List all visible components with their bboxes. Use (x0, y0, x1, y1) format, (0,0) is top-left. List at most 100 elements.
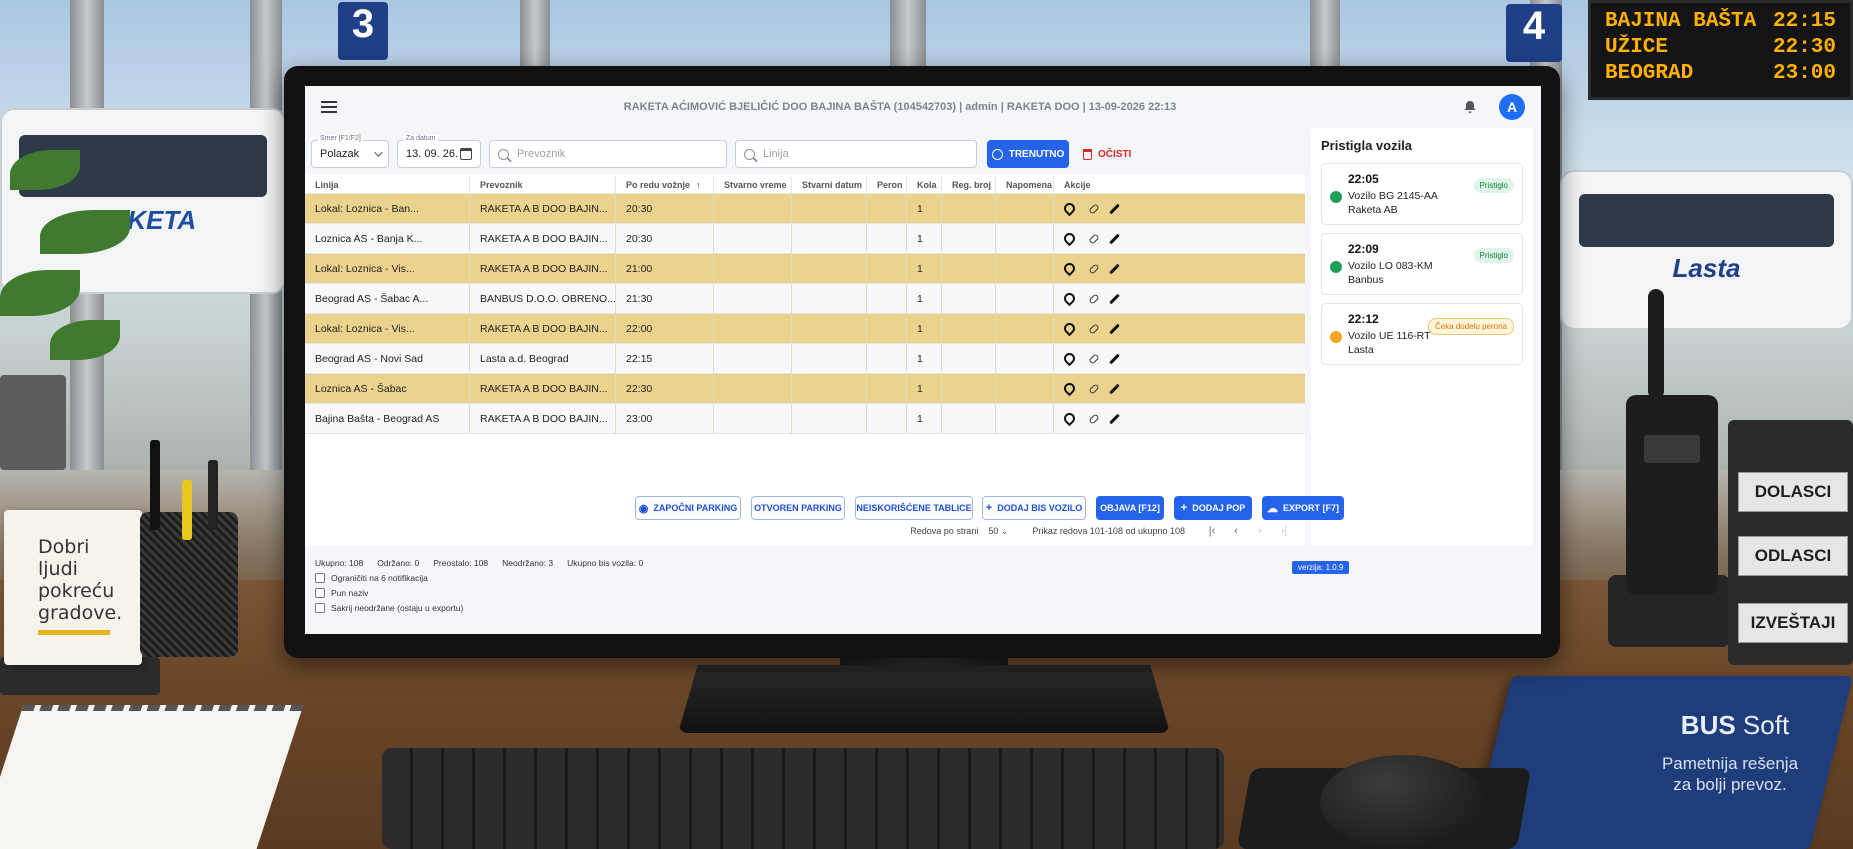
col-header[interactable]: Peron (867, 176, 907, 193)
search-icon (498, 148, 509, 160)
hide-not-held-checkbox[interactable]: Sakrij neodržane (ostaju u exportu) (315, 603, 1295, 613)
prev-page-icon[interactable]: ‹ (1229, 525, 1243, 537)
actions-cell (1054, 374, 1143, 404)
search-icon (744, 148, 755, 160)
kola-cell: 1 (907, 253, 942, 284)
start-parking-button[interactable]: ◉ ZAPOČNI PARKING (635, 496, 741, 520)
scheduled-cell: 20:30 (616, 193, 714, 224)
actual-time-cell (714, 223, 792, 254)
unused-plates-button[interactable]: NEISKORIŠĆENE TABLICE (855, 496, 973, 520)
arrival-carrier: Raketa AB (1348, 204, 1398, 216)
bell-icon[interactable] (1463, 100, 1477, 114)
export-button[interactable]: ☁ EXPORT [F7] (1262, 496, 1344, 520)
edit-pencil-icon[interactable] (1109, 233, 1120, 244)
line-search-input[interactable]: Linija (735, 140, 977, 168)
actual-date-cell (792, 283, 867, 314)
version-badge: verzija: 1.0.9 (1292, 561, 1350, 574)
kola-cell: 1 (907, 403, 942, 434)
trash-icon (1083, 148, 1092, 160)
link-icon[interactable] (1088, 202, 1100, 215)
arrivals-list: 22:05 Vozilo BG 2145-AA Raketa AB Pristiglo… (1321, 163, 1523, 365)
location-pin-icon[interactable] (1061, 230, 1078, 247)
table-row[interactable]: Bajina Bašta - Beograd AS RAKETA A B DOO … (305, 403, 1305, 434)
col-header[interactable]: Linija (305, 176, 470, 193)
location-pin-icon[interactable] (1061, 260, 1078, 277)
col-header[interactable]: Stvarni datum (792, 176, 867, 193)
kola-cell: 1 (907, 223, 942, 254)
table-row[interactable]: Loznica AS - Šabac RAKETA A B DOO BAJIN..… (305, 373, 1305, 404)
table-row[interactable]: Beograd AS - Šabac A... BANBUS D.O.O. OBR… (305, 283, 1305, 314)
actions-cell (1054, 224, 1143, 254)
arrival-card[interactable]: 22:05 Vozilo BG 2145-AA Raketa AB Pristiglo (1321, 163, 1523, 225)
col-header[interactable]: Kola (907, 176, 942, 193)
actions-cell (1054, 344, 1143, 374)
edit-pencil-icon[interactable] (1109, 383, 1120, 394)
open-parking-button[interactable]: OTVOREN PARKING (751, 496, 845, 520)
platform-sign: 4 (1506, 4, 1562, 62)
actual-time-cell (714, 283, 792, 314)
col-header[interactable]: Reg. broj (942, 176, 996, 193)
actual-time-cell (714, 253, 792, 284)
date-field[interactable]: Za datum 13. 09. 26. (397, 135, 481, 168)
link-icon[interactable] (1088, 262, 1100, 275)
edit-pencil-icon[interactable] (1109, 263, 1120, 274)
now-button[interactable]: TRENUTNO (987, 140, 1069, 168)
location-pin-icon[interactable] (1061, 350, 1078, 367)
location-pin-icon[interactable] (1061, 320, 1078, 337)
table-row[interactable]: Lokal: Loznica - Ban... RAKETA A B DOO BA… (305, 193, 1305, 224)
link-icon[interactable] (1088, 232, 1100, 245)
edit-pencil-icon[interactable] (1109, 323, 1120, 334)
line-cell: Loznica AS - Šabac (305, 373, 470, 404)
avatar[interactable]: A (1499, 94, 1525, 120)
location-pin-icon[interactable] (1061, 200, 1078, 217)
arrival-card[interactable]: 22:12 Vozilo UE 116-RT Lasta Čeka dodelu pe… (1321, 303, 1523, 365)
col-header[interactable]: Prevoznik (470, 176, 616, 193)
location-pin-icon[interactable] (1061, 380, 1078, 397)
table-row[interactable]: Beograd AS - Novi Sad Lasta a.d. Beograd 2… (305, 343, 1305, 374)
col-header[interactable]: Stvarno vreme (714, 176, 792, 193)
reg-number-cell (942, 343, 996, 374)
add-bis-button[interactable]: + DODAJ BIS VOZILO (982, 496, 1086, 520)
carrier-search-input[interactable]: Prevoznik (489, 140, 727, 168)
location-pin-icon[interactable] (1061, 410, 1078, 427)
clear-button[interactable]: OČISTI (1083, 140, 1131, 168)
arrivals-panel: Pristigla vozila 22:05 Vozilo BG 2145-AA R… (1311, 128, 1533, 546)
location-pin-icon[interactable] (1061, 290, 1078, 307)
limit-notifications-checkbox[interactable]: Ograničiti na 6 notifikacija (315, 573, 1295, 583)
next-page-icon[interactable]: › (1253, 525, 1267, 537)
plus-icon: + (985, 502, 993, 514)
col-header[interactable]: Napomena (996, 176, 1054, 193)
last-page-icon[interactable]: ›| (1277, 525, 1291, 537)
link-icon[interactable] (1088, 412, 1100, 425)
edit-pencil-icon[interactable] (1109, 203, 1120, 214)
arrival-card[interactable]: 22:09 Vozilo LO 083-KM Banbus Pristiglo (1321, 233, 1523, 295)
first-page-icon[interactable]: |‹ (1205, 525, 1219, 537)
table-row[interactable]: Lokal: Loznica - Vis... RAKETA A B DOO BA… (305, 313, 1305, 344)
link-icon[interactable] (1088, 322, 1100, 335)
table-header: Linija Prevoznik Po redu vožnje ↑ Stvarno… (305, 176, 1305, 194)
add-pop-button[interactable]: + DODAJ POP (1174, 496, 1252, 520)
organizer-tab: IZVEŠTAJI (1738, 603, 1848, 643)
clock-icon (991, 148, 1003, 160)
menu-icon[interactable] (321, 101, 337, 113)
edit-pencil-icon[interactable] (1109, 293, 1120, 304)
scheduled-cell: 22:30 (616, 373, 714, 404)
reg-number-cell (942, 253, 996, 284)
header-title: RAKETA AĆIMOVIĆ BJELIČIĆ DOO BAJINA BAŠT… (623, 101, 1177, 113)
edit-pencil-icon[interactable] (1109, 353, 1120, 364)
table-row[interactable]: Lokal: Loznica - Vis... RAKETA A B DOO BA… (305, 253, 1305, 284)
direction-select[interactable]: Smer [F1/F2] Polazak (311, 135, 389, 168)
edit-pencil-icon[interactable] (1109, 413, 1120, 424)
link-icon[interactable] (1088, 292, 1100, 305)
col-header-sorted[interactable]: Po redu vožnje ↑ (616, 176, 714, 193)
full-name-checkbox[interactable]: Pun naziv (315, 588, 1295, 598)
rows-per-page-select[interactable]: 50 ⌄ (988, 526, 1008, 537)
calendar-icon[interactable] (460, 148, 472, 160)
publish-button[interactable]: OBJAVA [F12] (1096, 496, 1164, 520)
link-icon[interactable] (1088, 382, 1100, 395)
reg-number-cell (942, 193, 996, 224)
kola-cell: 1 (907, 373, 942, 404)
table-row[interactable]: Loznica AS - Banja K... RAKETA A B DOO BA… (305, 223, 1305, 254)
link-icon[interactable] (1088, 352, 1100, 365)
line-cell: Loznica AS - Banja K... (305, 223, 470, 254)
